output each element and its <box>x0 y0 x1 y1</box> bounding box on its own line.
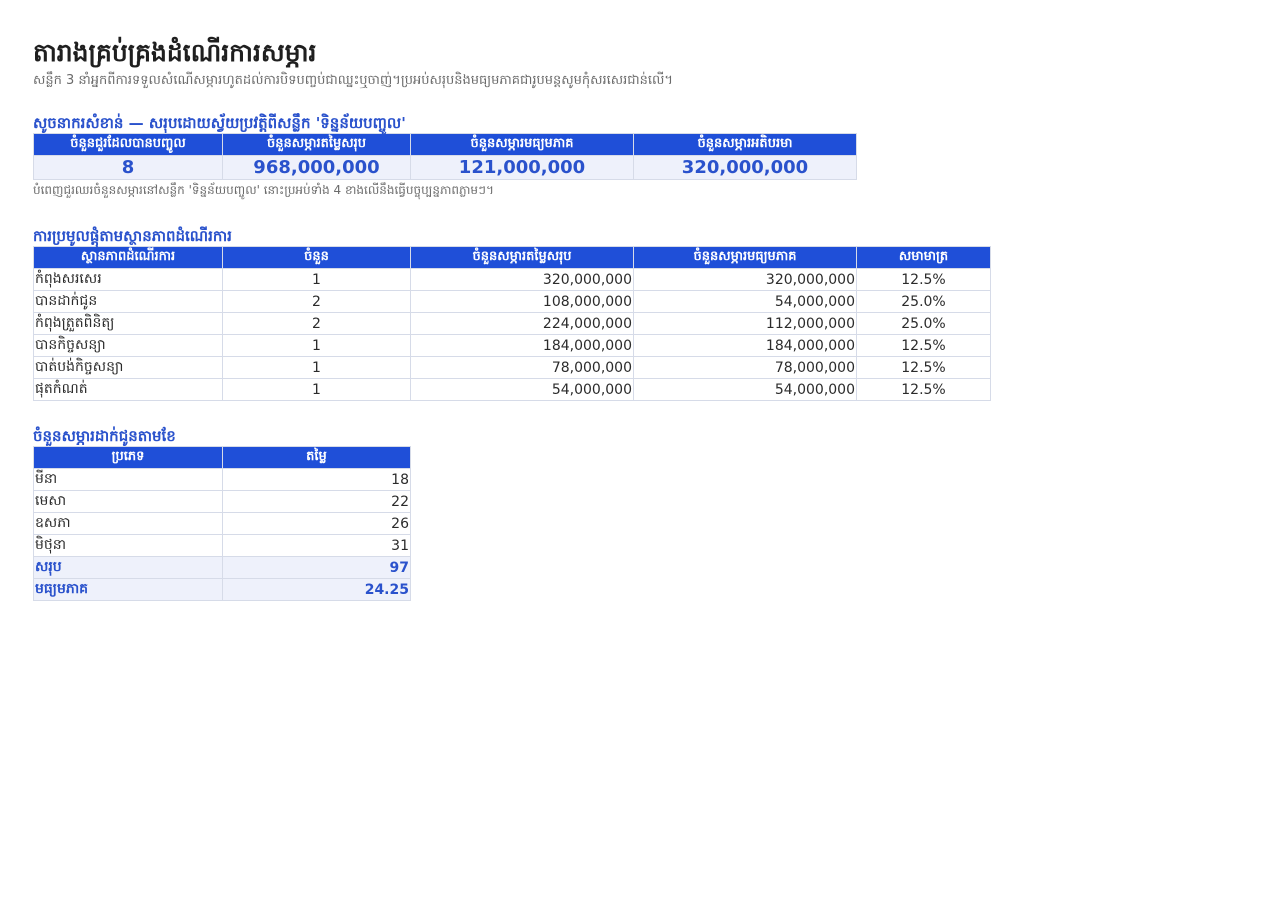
ratio-cell[interactable]: 25.0% <box>856 312 991 335</box>
total-cell[interactable]: 54,000,000 <box>410 378 634 401</box>
month-cell[interactable]: មិថុនា <box>33 534 223 557</box>
summary-header-cell: ចំនួនសម្ភារអតិបរមា <box>633 133 857 156</box>
status-header-cell: ចំនួន <box>222 246 411 269</box>
total-value-cell[interactable]: 97 <box>222 556 411 579</box>
status-cell[interactable]: កំពុងសរសេរ <box>33 268 223 291</box>
summary-table: ចំនួនជួរដែលបានបញ្ចូល ចំនួនសម្ភារតម្លៃសរុ… <box>33 133 857 180</box>
count-cell[interactable]: 2 <box>222 290 411 313</box>
status-cell[interactable]: បានកិច្ចសន្យា <box>33 334 223 357</box>
total-label-cell[interactable]: សរុប <box>33 556 223 579</box>
month-cell[interactable]: មីនា <box>33 468 223 491</box>
average-value-cell[interactable]: 24.25 <box>222 578 411 601</box>
summary-header-cell: ចំនួនសម្ភារមធ្យមភាគ <box>410 133 634 156</box>
ratio-cell[interactable]: 12.5% <box>856 268 991 291</box>
ratio-cell[interactable]: 12.5% <box>856 378 991 401</box>
value-cell[interactable]: 22 <box>222 490 411 513</box>
page-subtitle: សន្លឹក 3 នាំអ្នកពីការទទួលសំណើសម្ភារហូតដល… <box>33 73 674 88</box>
monthly-header-row: ប្រភេទ តម្លៃ <box>33 446 411 469</box>
status-header-cell: ស្ថានភាពដំណើរការ <box>33 246 223 269</box>
value-cell[interactable]: 18 <box>222 468 411 491</box>
average-cell[interactable]: 184,000,000 <box>633 334 857 357</box>
status-cell[interactable]: បានដាក់ជូន <box>33 290 223 313</box>
summary-value-row: 8 968,000,000 121,000,000 320,000,000 <box>33 155 857 180</box>
table-row: ឧសភា 26 <box>33 512 411 535</box>
table-row: បានកិច្ចសន្យា 1 184,000,000 184,000,000 … <box>33 334 991 357</box>
status-header-cell: ចំនួនសម្ភារតម្លៃសរុប <box>410 246 634 269</box>
summary-header-cell: ចំនួនជួរដែលបានបញ្ចូល <box>33 133 223 156</box>
table-row: ផុតកំណត់ 1 54,000,000 54,000,000 12.5% <box>33 378 991 401</box>
count-cell[interactable]: 2 <box>222 312 411 335</box>
table-row: មេសា 22 <box>33 490 411 513</box>
summary-header-row: ចំនួនជួរដែលបានបញ្ចូល ចំនួនសម្ភារតម្លៃសរុ… <box>33 133 857 156</box>
status-section-title: ការប្រមូលផ្តុំតាមស្ថានភាពដំណើរការ <box>33 227 232 245</box>
total-cell[interactable]: 184,000,000 <box>410 334 634 357</box>
average-label-cell[interactable]: មធ្យមភាគ <box>33 578 223 601</box>
total-cell[interactable]: 320,000,000 <box>410 268 634 291</box>
status-cell[interactable]: កំពុងត្រួតពិនិត្យ <box>33 312 223 335</box>
average-cell[interactable]: 78,000,000 <box>633 356 857 379</box>
status-header-cell: សមាមាត្រ <box>856 246 991 269</box>
summary-section-title: សូចនាករសំខាន់ — សរុបដោយស្វ័យប្រវត្តិពីសន… <box>33 114 406 132</box>
status-table: ស្ថានភាពដំណើរការ ចំនួន ចំនួនសម្ភារតម្លៃស… <box>33 246 991 401</box>
month-cell[interactable]: មេសា <box>33 490 223 513</box>
average-cell[interactable]: 54,000,000 <box>633 378 857 401</box>
summary-value-average[interactable]: 121,000,000 <box>410 155 634 180</box>
total-cell[interactable]: 78,000,000 <box>410 356 634 379</box>
monthly-section-title: ចំនួនសម្ភារដាក់ជូនតាមខែ <box>33 427 176 445</box>
page-title: តារាងគ្រប់គ្រងដំណើរការសម្ភារ <box>33 38 317 67</box>
table-row: កំពុងត្រួតពិនិត្យ 2 224,000,000 112,000,… <box>33 312 991 335</box>
value-cell[interactable]: 31 <box>222 534 411 557</box>
summary-value-max[interactable]: 320,000,000 <box>633 155 857 180</box>
summary-header-cell: ចំនួនសម្ភារតម្លៃសរុប <box>222 133 411 156</box>
table-row: បាត់បង់កិច្ចសន្យា 1 78,000,000 78,000,00… <box>33 356 991 379</box>
ratio-cell[interactable]: 12.5% <box>856 334 991 357</box>
report-page: តារាងគ្រប់គ្រងដំណើរការសម្ភារ សន្លឹក 3 នា… <box>33 36 991 601</box>
average-cell[interactable]: 320,000,000 <box>633 268 857 291</box>
total-cell[interactable]: 224,000,000 <box>410 312 634 335</box>
total-cell[interactable]: 108,000,000 <box>410 290 634 313</box>
status-cell[interactable]: ផុតកំណត់ <box>33 378 223 401</box>
count-cell[interactable]: 1 <box>222 268 411 291</box>
status-header-row: ស្ថានភាពដំណើរការ ចំនួន ចំនួនសម្ភារតម្លៃស… <box>33 246 991 269</box>
table-row: បានដាក់ជូន 2 108,000,000 54,000,000 25.0… <box>33 290 991 313</box>
average-row: មធ្យមភាគ 24.25 <box>33 578 411 601</box>
summary-value-total[interactable]: 968,000,000 <box>222 155 411 180</box>
count-cell[interactable]: 1 <box>222 356 411 379</box>
average-cell[interactable]: 112,000,000 <box>633 312 857 335</box>
monthly-header-cell: តម្លៃ <box>222 446 411 469</box>
month-cell[interactable]: ឧសភា <box>33 512 223 535</box>
table-row: មីនា 18 <box>33 468 411 491</box>
monthly-table: ប្រភេទ តម្លៃ មីនា 18 មេសា 22 ឧសភា 26 មិថ… <box>33 446 411 601</box>
status-cell[interactable]: បាត់បង់កិច្ចសន្យា <box>33 356 223 379</box>
value-cell[interactable]: 26 <box>222 512 411 535</box>
ratio-cell[interactable]: 25.0% <box>856 290 991 313</box>
count-cell[interactable]: 1 <box>222 378 411 401</box>
count-cell[interactable]: 1 <box>222 334 411 357</box>
total-row: សរុប 97 <box>33 556 411 579</box>
ratio-cell[interactable]: 12.5% <box>856 356 991 379</box>
average-cell[interactable]: 54,000,000 <box>633 290 857 313</box>
summary-value-rows-count[interactable]: 8 <box>33 155 223 180</box>
table-row: មិថុនា 31 <box>33 534 411 557</box>
table-row: កំពុងសរសេរ 1 320,000,000 320,000,000 12.… <box>33 268 991 291</box>
status-header-cell: ចំនួនសម្ភារមធ្យមភាគ <box>633 246 857 269</box>
monthly-header-cell: ប្រភេទ <box>33 446 223 469</box>
summary-note: បំពេញជួរឈរចំនួនសម្ភារនៅសន្លឹក 'ទិន្នន័យប… <box>33 183 494 197</box>
